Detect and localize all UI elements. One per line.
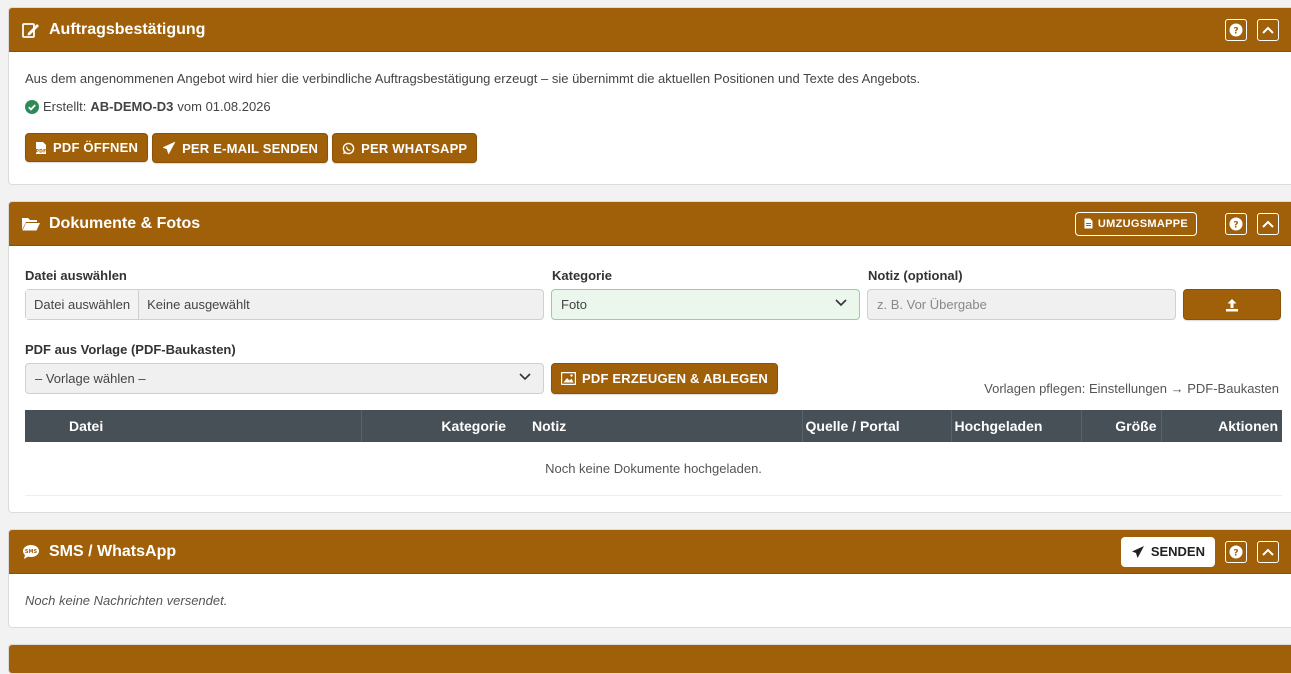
- check-circle-icon: [25, 99, 39, 114]
- order-confirmation-header: Auftragsbestätigung ?: [9, 8, 1291, 52]
- table-header-row: Datei Kategorie Notiz Quelle / Portal Ho…: [25, 410, 1282, 442]
- documents-header: Dokumente & Fotos UMZUGSMAPPE ?: [9, 202, 1291, 246]
- file-selected-value: Keine ausgewählt: [147, 297, 250, 312]
- sms-header: SMS SMS / WhatsApp SENDEN ?: [9, 530, 1291, 574]
- column-header-file[interactable]: Datei: [25, 410, 362, 442]
- umzugsmappe-label: UMZUGSMAPPE: [1097, 217, 1188, 230]
- whatsapp-icon: [342, 142, 355, 154]
- sms-empty-message: Noch keine Nachrichten versendet.: [25, 593, 228, 608]
- umzugsmappe-button[interactable]: UMZUGSMAPPE: [1074, 211, 1197, 236]
- order-status: Erstellt: AB-DEMO-D3 vom 01.08.2026: [25, 99, 1281, 114]
- pdf-file-icon: PDF: [36, 141, 47, 154]
- upload-button[interactable]: [1183, 289, 1281, 320]
- documents-table: Datei Kategorie Notiz Quelle / Portal Ho…: [25, 410, 1282, 496]
- order-confirmation-card: Auftragsbestätigung ? Aus dem angenommen…: [8, 7, 1291, 185]
- template-label: PDF aus Vorlage (PDF-Baukasten): [25, 342, 236, 357]
- folder-open-icon: [21, 215, 41, 233]
- card-title: Auftragsbestätigung: [49, 20, 206, 38]
- send-whatsapp-label: PER WHATSAPP: [361, 140, 468, 156]
- file-choose-button[interactable]: Datei auswählen: [26, 290, 140, 319]
- send-message-button[interactable]: SENDEN: [1120, 536, 1215, 567]
- column-header-note[interactable]: Notiz: [510, 410, 803, 442]
- template-value: – Vorlage wählen –: [35, 371, 146, 386]
- paper-plane-icon: [162, 141, 176, 155]
- column-header-source[interactable]: Quelle / Portal: [802, 410, 952, 442]
- column-header-actions: Aktionen: [1218, 418, 1278, 434]
- empty-table-message: Noch keine Dokumente hochgeladen.: [545, 460, 762, 476]
- image-icon: [561, 372, 576, 385]
- chevron-down-icon: [519, 373, 531, 381]
- template-select[interactable]: – Vorlage wählen –: [25, 363, 544, 394]
- svg-text:?: ?: [1233, 548, 1238, 558]
- card-title: Dokumente & Fotos: [49, 214, 201, 232]
- generate-pdf-button[interactable]: PDF ERZEUGEN & ABLEGEN: [551, 363, 778, 394]
- svg-text:?: ?: [1233, 220, 1238, 230]
- send-email-label: PER E-MAIL SENDEN: [182, 140, 319, 156]
- sms-icon: SMS: [21, 543, 41, 561]
- help-icon: ?: [1229, 217, 1243, 230]
- chevron-up-icon: [1262, 26, 1274, 34]
- edit-icon: [21, 21, 41, 39]
- send-email-button[interactable]: PER E-MAIL SENDEN: [152, 133, 329, 163]
- documents-card: Dokumente & Fotos UMZUGSMAPPE ? Datei au…: [8, 201, 1291, 513]
- send-whatsapp-button[interactable]: PER WHATSAPP: [332, 133, 478, 163]
- help-button[interactable]: ?: [1225, 540, 1247, 563]
- paper-plane-icon: [1131, 545, 1144, 558]
- status-date: vom 01.08.2026: [177, 99, 271, 114]
- chevron-up-icon: [1262, 548, 1274, 556]
- note-placeholder: z. B. Vor Übergabe: [877, 297, 987, 312]
- chevron-up-icon: [1262, 220, 1274, 228]
- open-pdf-button[interactable]: PDF PDF ÖFFNEN: [25, 133, 149, 162]
- category-value: Foto: [561, 297, 588, 312]
- note-label: Notiz (optional): [868, 268, 963, 283]
- svg-text:SMS: SMS: [25, 549, 38, 555]
- help-button[interactable]: ?: [1225, 18, 1247, 41]
- generate-pdf-label: PDF ERZEUGEN & ABLEGEN: [582, 371, 768, 386]
- column-header-category[interactable]: Kategorie: [361, 410, 510, 442]
- document-number: AB-DEMO-D3: [90, 99, 174, 114]
- collapse-button[interactable]: [1257, 540, 1279, 563]
- file-label: Datei auswählen: [25, 268, 127, 283]
- collapse-button[interactable]: [1257, 18, 1279, 41]
- next-card: [8, 644, 1291, 674]
- help-icon: ?: [1229, 545, 1243, 558]
- file-input[interactable]: Datei auswählen Keine ausgewählt: [25, 289, 544, 320]
- open-pdf-label: PDF ÖFFNEN: [53, 140, 139, 155]
- sms-card: SMS SMS / WhatsApp SENDEN ? Noch keine N…: [8, 529, 1291, 628]
- template-hint: Vorlagen pflegen: Einstellungen → PDF-Ba…: [984, 381, 1279, 396]
- order-description: Aus dem angenommenen Angebot wird hier d…: [25, 71, 921, 86]
- column-header-size[interactable]: Größe: [1081, 410, 1162, 442]
- category-label: Kategorie: [552, 268, 612, 283]
- send-message-label: SENDEN: [1150, 544, 1205, 559]
- collapse-button[interactable]: [1257, 212, 1279, 235]
- status-prefix: Erstellt:: [43, 99, 87, 114]
- column-header-uploaded[interactable]: Hochgeladen: [951, 410, 1082, 442]
- note-input[interactable]: z. B. Vor Übergabe: [867, 289, 1176, 320]
- chevron-down-icon: [835, 299, 847, 307]
- svg-text:?: ?: [1233, 26, 1238, 36]
- help-icon: ?: [1229, 23, 1243, 36]
- file-icon: [1084, 218, 1093, 229]
- help-button[interactable]: ?: [1225, 212, 1247, 235]
- upload-icon: [1226, 298, 1238, 311]
- card-title: SMS / WhatsApp: [49, 542, 177, 560]
- category-select[interactable]: Foto: [551, 289, 860, 320]
- svg-text:PDF: PDF: [36, 148, 47, 154]
- empty-table-row: Noch keine Dokumente hochgeladen.: [25, 442, 1282, 495]
